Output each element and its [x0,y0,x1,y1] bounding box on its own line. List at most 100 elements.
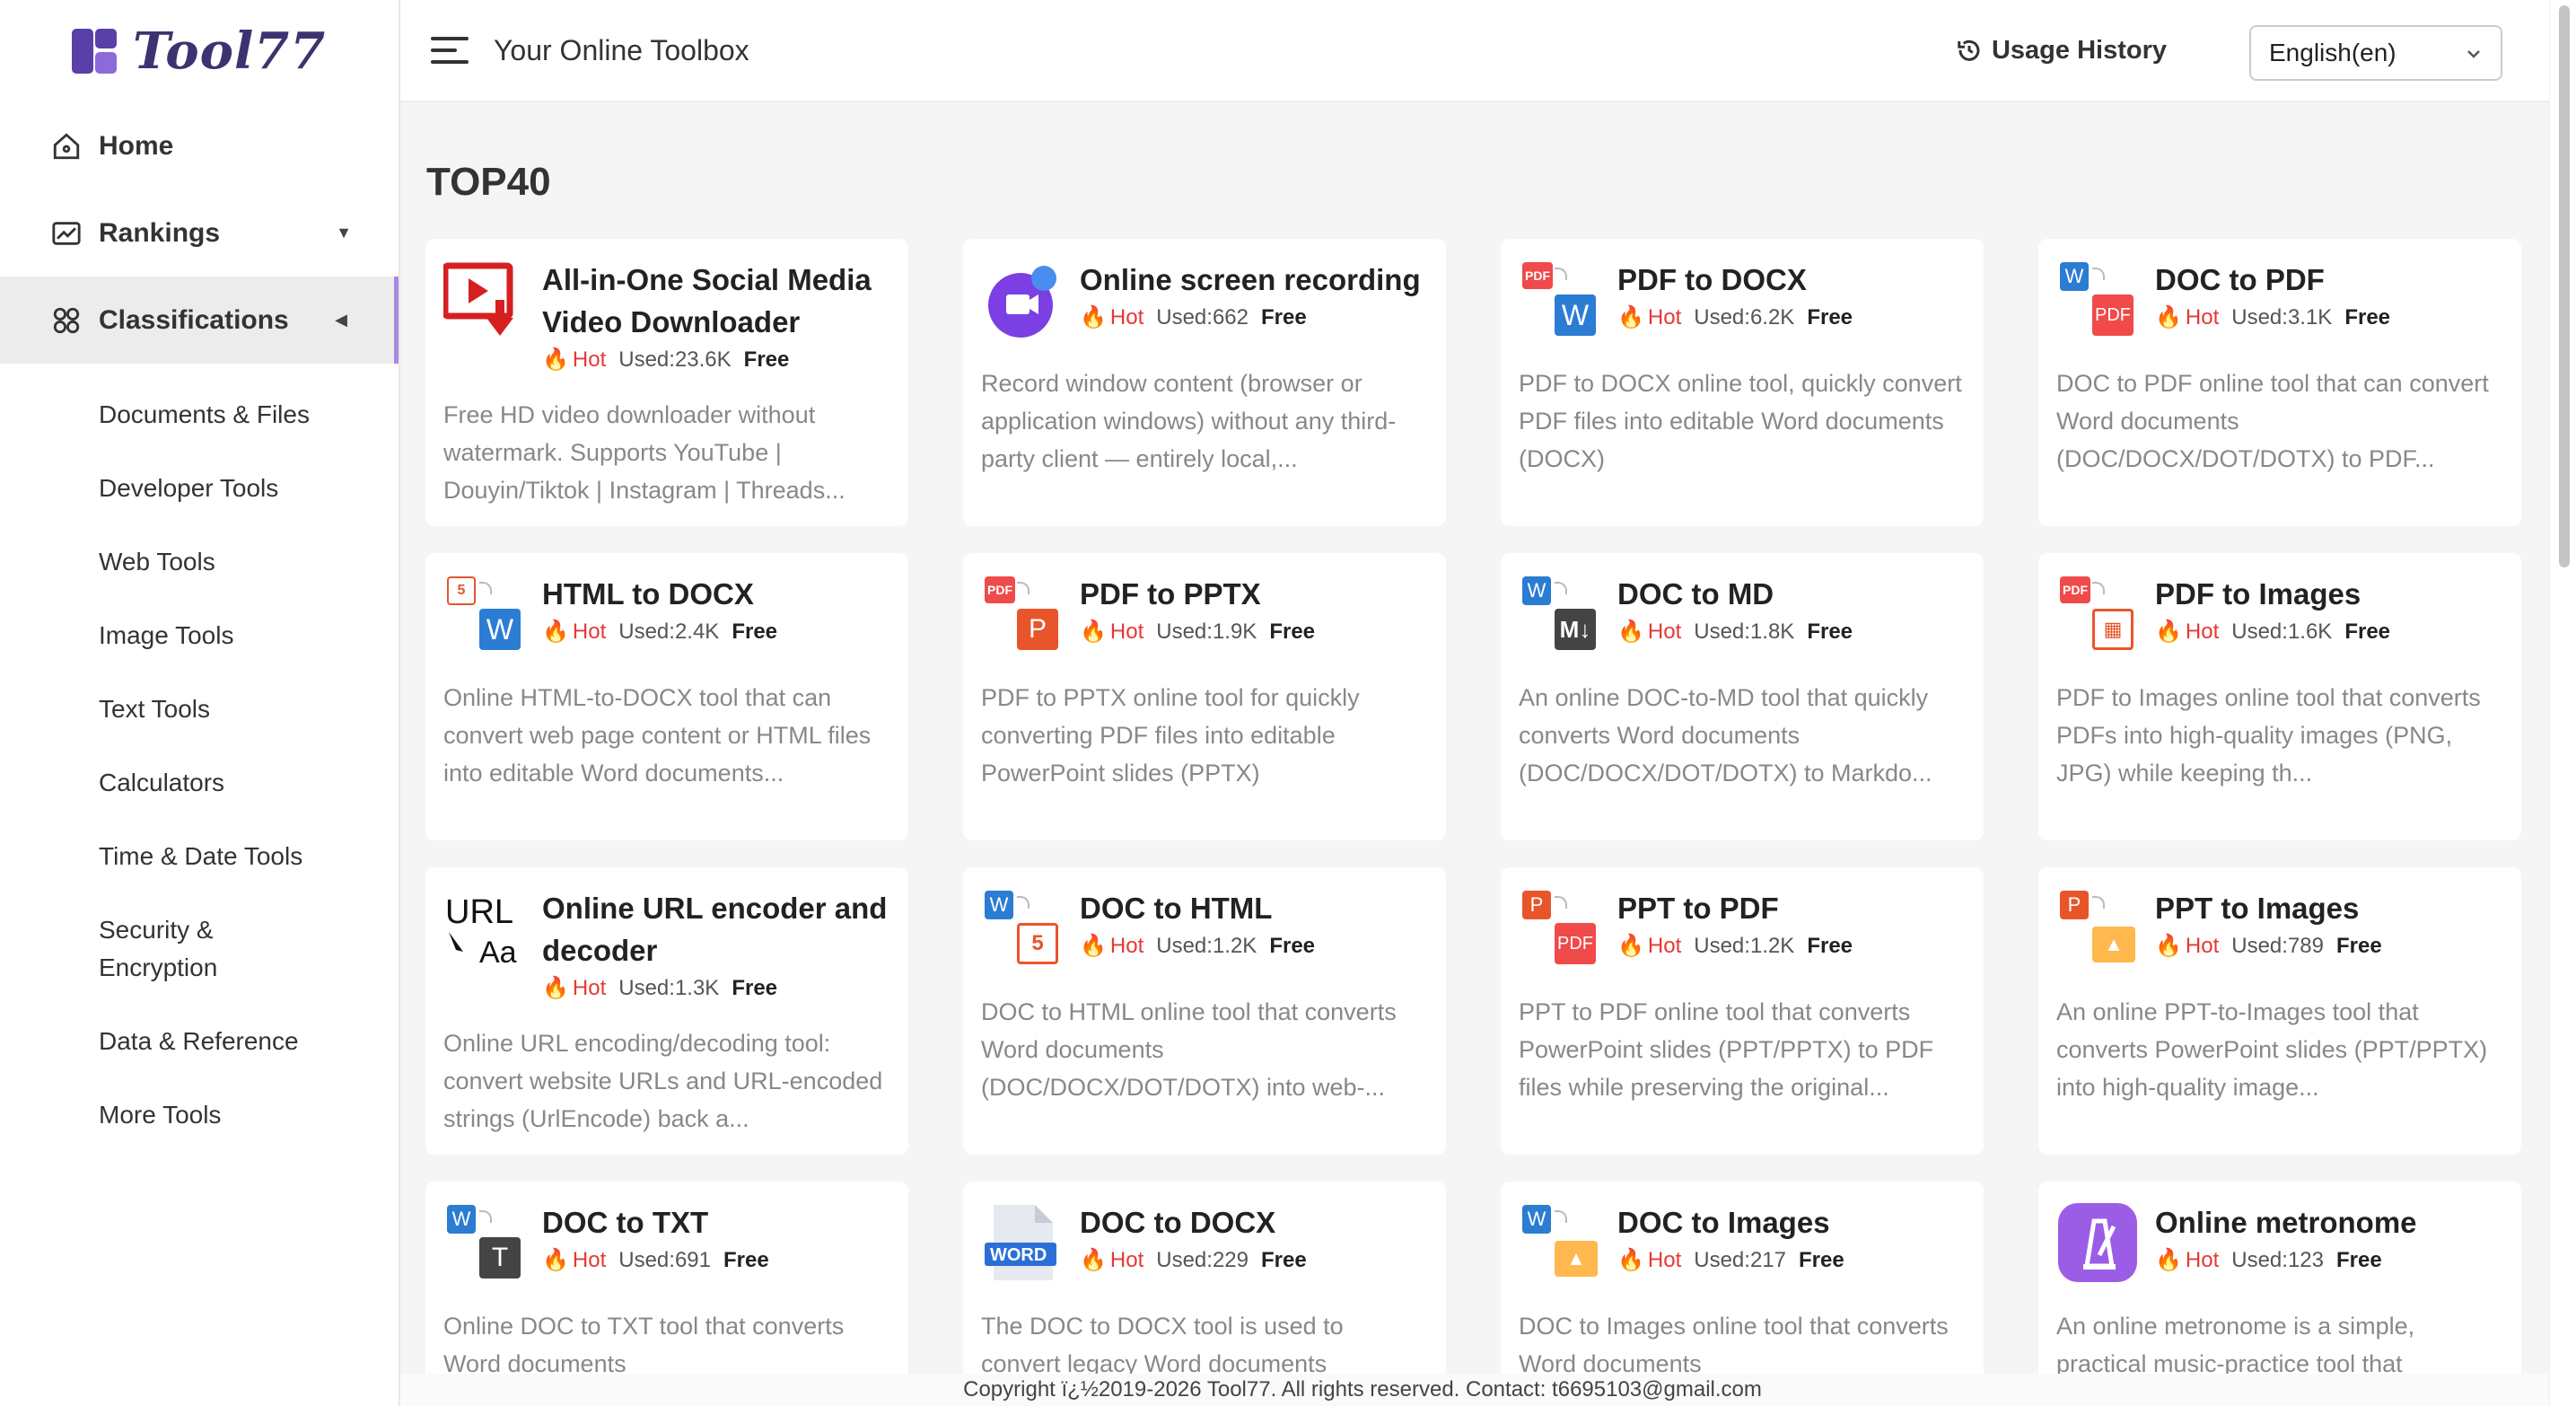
svg-text:WORD: WORD [990,1245,1047,1265]
usage-history-button[interactable]: Usage History [1956,36,2167,66]
svg-text:Aa: Aa [479,936,517,970]
tool-card[interactable]: PDF W PDF to DOCX 🔥 Hot Used:6.2K Free PDF … [1501,239,1984,526]
fire-icon: 🔥 [1080,620,1107,644]
hot-badge: 🔥 Hot [1617,619,1682,645]
sidebar-item-web-tools[interactable]: Web Tools [0,525,399,599]
sidebar-item-image-tools[interactable]: Image Tools [0,599,399,672]
fire-icon: 🔥 [2155,934,2182,958]
page-scrollbar[interactable] [2549,0,2576,1406]
hot-badge: 🔥 Hot [1617,933,1682,959]
tool-card[interactable]: P PDF PPT to PDF 🔥 Hot Used:1.2K Free PPT t… [1501,867,1984,1155]
nav-home-label: Home [99,130,174,161]
sidebar-item-calculators[interactable]: Calculators [0,746,399,820]
nav-rankings-label: Rankings [99,217,221,248]
tool-card[interactable]: WORD DOC to DOCX 🔥 Hot Used:229 Free The DO… [963,1182,1446,1406]
tool-title: Online screen recording [1080,263,1421,296]
usage-count: Used:3.1K [2231,304,2333,330]
free-badge: Free [2344,304,2391,330]
sidebar-item-text-tools[interactable]: Text Tools [0,672,399,746]
hot-badge: 🔥 Hot [542,975,607,1001]
tool-title: PDF to PPTX [1080,577,1261,611]
free-badge: Free [732,975,778,1000]
tool-description: Record window content (browser or applic… [981,370,1397,472]
doc-to-pdf-icon: W PDF [2056,259,2139,341]
caret-left-icon: ◀ [335,311,347,329]
chevron-down-icon [2467,50,2480,58]
tool-description: An online DOC-to-MD tool that quickly co… [1519,684,1932,786]
video-download-icon [442,259,526,341]
tool-card[interactable]: W T DOC to TXT 🔥 Hot Used:691 Free Online D… [425,1182,908,1406]
fire-icon: 🔥 [2155,305,2182,330]
tool-card[interactable]: Online metronome 🔥 Hot Used:123 Free An onl… [2038,1182,2521,1406]
fire-icon: 🔥 [1080,305,1107,330]
sidebar-item-data-reference[interactable]: Data & Reference [0,1005,399,1078]
nav-classifications[interactable]: Classifications ◀ [0,277,399,364]
tool-card[interactable]: PDF P PDF to PPTX 🔥 Hot Used:1.9K Free PDF … [963,553,1446,840]
tool-description: DOC to HTML online tool that converts Wo… [981,998,1397,1101]
sidebar-item-more-tools[interactable]: More Tools [0,1078,399,1152]
nav-classifications-label: Classifications [99,304,289,335]
tool-card[interactable]: W 5 DOC to HTML 🔥 Hot Used:1.2K Free DOC to… [963,867,1446,1155]
language-select[interactable]: English(en) [2249,25,2502,81]
tool-card[interactable]: URL Aa Online URL encoder and decoder 🔥 Ho… [425,867,908,1155]
tool-card[interactable]: 5 W HTML to DOCX 🔥 Hot Used:2.4K Free Onlin… [425,553,908,840]
hot-badge: 🔥 Hot [542,619,607,645]
usage-count: Used:123 [2231,1247,2324,1272]
hot-badge: 🔥 Hot [1080,1247,1144,1273]
tool-description: Free HD video downloader without waterma… [443,401,846,504]
sidebar-item-time-date-tools[interactable]: Time & Date Tools [0,820,399,893]
tool-description: An online metronome is a simple, practic… [2056,1313,2415,1377]
fire-icon: 🔥 [1080,1248,1107,1272]
tool-description: Online URL encoding/decoding tool: conve… [443,1030,883,1132]
ppt-to-images-icon: P ▲ [2056,887,2139,970]
tool-description: Online HTML-to-DOCX tool that can conver… [443,684,872,786]
tool-card[interactable]: All-in-One Social Media Video Downloader… [425,239,908,526]
hot-badge: 🔥 Hot [542,347,607,373]
tool-description: PDF to DOCX online tool, quickly convert… [1519,370,1962,472]
fire-icon: 🔥 [1617,1248,1644,1272]
free-badge: Free [1269,933,1316,958]
metronome-icon [2056,1201,2139,1284]
footer-copyright: Copyright ï¿½2019-2026 Tool77. All right… [400,1374,2549,1406]
tool-title: Online metronome [2155,1206,2417,1239]
doc-to-txt-icon: W T [443,1201,526,1284]
free-badge: Free [1807,619,1853,644]
usage-count: Used:789 [2231,933,2324,958]
tool-title: DOC to HTML [1080,892,1273,925]
scrollbar-thumb[interactable] [2559,5,2570,567]
hot-badge: 🔥 Hot [1617,304,1682,330]
svg-text:URL: URL [445,893,513,931]
nav-home[interactable]: Home [0,102,399,189]
brand-name: Tool77 [133,22,327,81]
sidebar-item-developer-tools[interactable]: Developer Tools [0,452,399,525]
doc-to-images-icon: W ▲ [1519,1201,1601,1284]
usage-history-label: Usage History [1991,35,2167,65]
tool-card[interactable]: Online screen recording 🔥 Hot Used:662 Free… [963,239,1446,526]
tool-card[interactable]: PDF ▦ PDF to Images 🔥 Hot Used:1.6K Free PD… [2038,553,2521,840]
usage-count: Used:1.2K [1694,933,1795,958]
tool-grid: All-in-One Social Media Video Downloader… [425,239,2521,1406]
usage-count: Used:691 [618,1247,711,1272]
menu-icon[interactable] [431,37,469,64]
hot-badge: 🔥 Hot [2155,1247,2220,1273]
usage-count: Used:662 [1156,304,1249,330]
fire-icon: 🔥 [1080,934,1107,958]
tool-title: PPT to PDF [1617,892,1779,925]
tool-card[interactable]: W ▲ DOC to Images 🔥 Hot Used:217 Free DOC t… [1501,1182,1984,1406]
tool-card[interactable]: P ▲ PPT to Images 🔥 Hot Used:789 Free An on… [2038,867,2521,1155]
free-badge: Free [1261,1247,1307,1272]
fire-icon: 🔥 [1617,305,1644,330]
tool-description: Online DOC to TXT tool that converts Wor… [443,1313,845,1377]
page-title: Your Online Toolbox [494,33,749,66]
tool-card[interactable]: W M↓ DOC to MD 🔥 Hot Used:1.8K Free An onli… [1501,553,1984,840]
sidebar-item-documents-files[interactable]: Documents & Files [0,378,399,452]
usage-count: Used:6.2K [1694,304,1795,330]
brand-logo[interactable]: Tool77 [0,0,399,102]
tool-card[interactable]: W PDF DOC to PDF 🔥 Hot Used:3.1K Free DOC t… [2038,239,2521,526]
tool-title: PDF to DOCX [1617,263,1807,296]
chart-icon [50,217,83,250]
nav-rankings[interactable]: Rankings ▼ [0,189,399,277]
sidebar-item-security-encryption[interactable]: Security & Encryption [0,893,305,1005]
free-badge: Free [2336,1247,2382,1272]
usage-count: Used:1.6K [2231,619,2333,644]
